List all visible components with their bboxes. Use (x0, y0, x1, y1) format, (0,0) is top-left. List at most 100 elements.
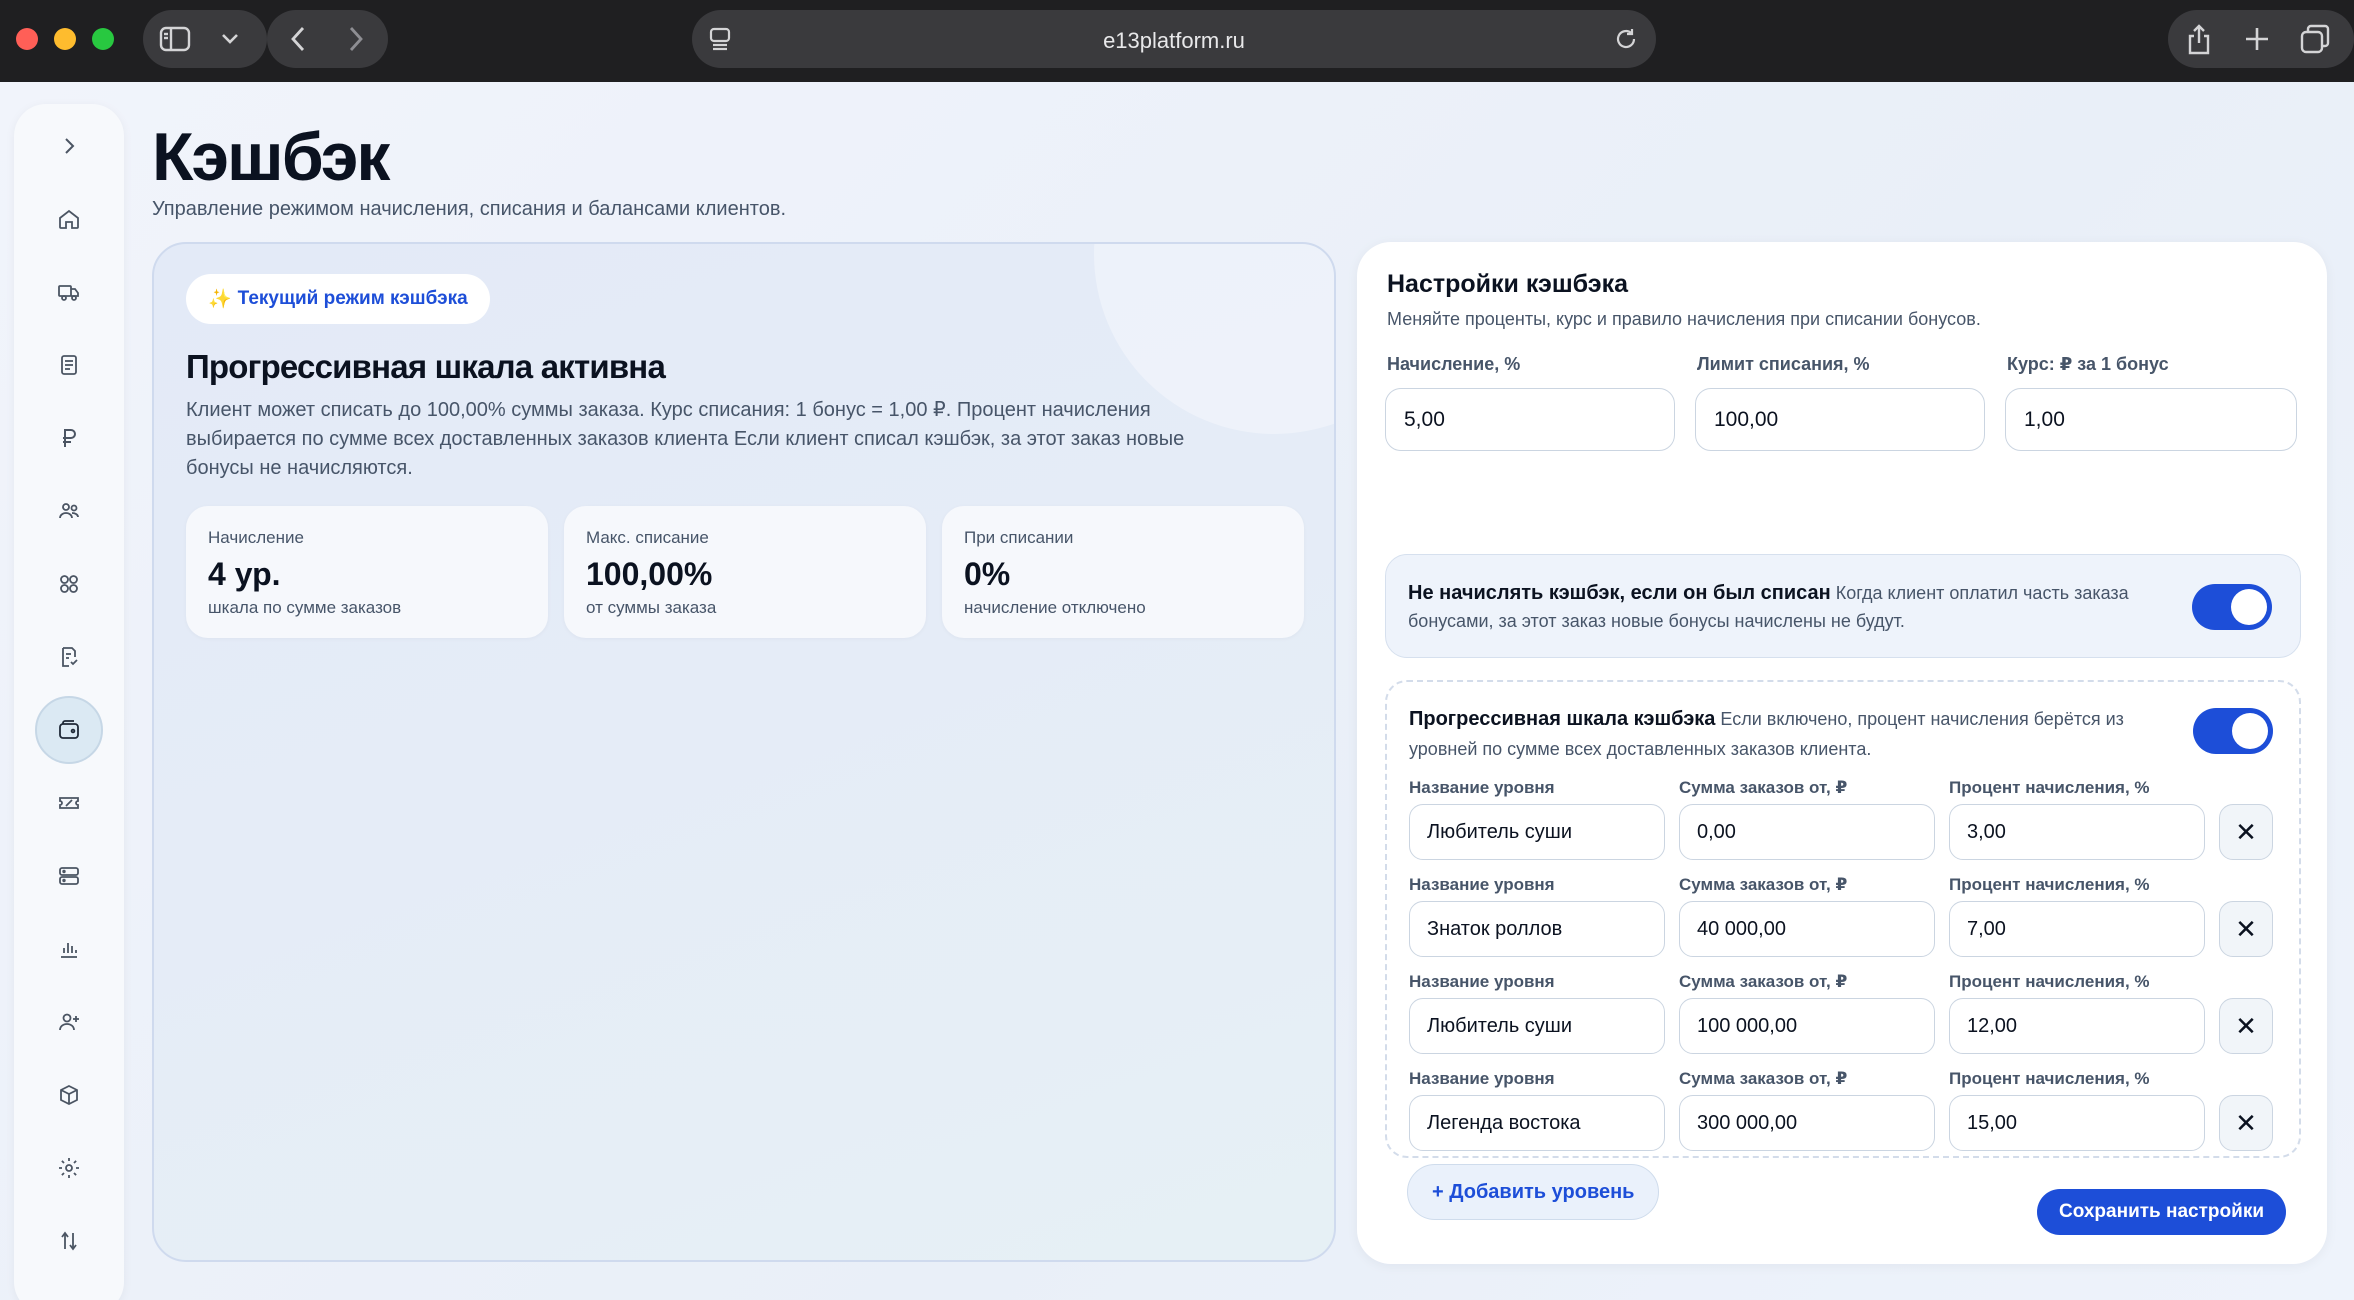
tier-name-label: Название уровня (1409, 1069, 1555, 1088)
back-icon[interactable] (283, 24, 313, 54)
tier-percent-input[interactable]: 15,00 (1949, 1095, 2205, 1151)
tier-percent-label: Процент начисления, % (1949, 875, 2150, 894)
stat-label: Начисление (208, 528, 304, 547)
stat-card-max-writeoff: Макс. списание 100,00% от суммы заказа (564, 506, 926, 638)
sidebar-toggle-icon[interactable] (157, 24, 193, 54)
mode-badge-label: Текущий режим кэшбэка (237, 288, 468, 309)
stat-label: При списании (964, 528, 1074, 547)
scale-title: Прогрессивная шкала кэшбэка (1409, 708, 1716, 730)
window-actions-group (2168, 10, 2354, 68)
tier-sum-input[interactable]: 0,00 (1679, 804, 1935, 860)
no-accrual-toggle[interactable] (2192, 584, 2272, 630)
sidebar-item-analytics[interactable] (35, 915, 103, 983)
gear-icon (59, 1158, 79, 1178)
close-window-button[interactable] (16, 28, 38, 50)
progressive-scale-toggle[interactable] (2193, 708, 2273, 754)
cashback-mode-card: ✨ Текущий режим кэшбэка Прогрессивная шк… (152, 242, 1336, 1262)
zoom-window-button[interactable] (92, 28, 114, 50)
sidebar-item-products[interactable] (35, 1061, 103, 1129)
tier-name-input[interactable]: Знаток роллов (1409, 901, 1665, 957)
orders-icon (62, 647, 78, 667)
remove-tier-button[interactable]: ✕ (2219, 901, 2273, 957)
grid-icon (60, 575, 78, 593)
stat-label: Макс. списание (586, 528, 709, 547)
box-icon (60, 1084, 78, 1106)
tier-sum-input[interactable]: 300 000,00 (1679, 1095, 1935, 1151)
remove-tier-button[interactable]: ✕ (2219, 998, 2273, 1054)
sidebar-item-settings[interactable] (35, 1134, 103, 1202)
reload-icon[interactable] (1612, 25, 1640, 53)
sidebar-item-home[interactable] (35, 185, 103, 253)
forward-icon[interactable] (341, 24, 371, 54)
scale-text: Прогрессивная шкала кэшбэка Если включен… (1409, 704, 2179, 764)
new-tab-icon[interactable] (2240, 22, 2274, 56)
save-settings-button[interactable]: Сохранить настройки (2037, 1189, 2287, 1235)
rate-input[interactable]: 1,00 (2005, 388, 2297, 451)
tier-percent-label: Процент начисления, % (1949, 778, 2150, 797)
sidebar-item-finance[interactable] (35, 404, 103, 472)
settings-subtitle: Меняйте проценты, курс и правило начисле… (1387, 309, 1981, 329)
tier-name-input[interactable]: Любитель суши (1409, 998, 1665, 1054)
stat-card-on-writeoff: При списании 0% начисление отключено (942, 506, 1304, 638)
tier-sum-label: Сумма заказов от, ₽ (1679, 778, 1848, 797)
sidebar-item-staff[interactable] (35, 988, 103, 1056)
history-nav-group (267, 10, 388, 68)
tier-percent-label: Процент начисления, % (1949, 972, 2150, 991)
tier-percent-input[interactable]: 12,00 (1949, 998, 2205, 1054)
add-tier-button[interactable]: + Добавить уровень (1407, 1164, 1660, 1220)
tier-percent-label: Процент начисления, % (1949, 1069, 2150, 1088)
hero-title: Прогрессивная шкала активна (186, 348, 666, 385)
tier-name-input[interactable]: Легенда востока (1409, 1095, 1665, 1151)
app-content: Кэшбэк Управление режимом начисления, сп… (0, 82, 2354, 1300)
ruble-icon (63, 429, 76, 447)
storage-icon (59, 867, 79, 885)
expand-icon (65, 138, 75, 154)
sidebar (14, 104, 124, 1300)
chart-icon (61, 943, 77, 958)
remove-tier-button[interactable]: ✕ (2219, 1095, 2273, 1151)
tier-percent-input[interactable]: 7,00 (1949, 901, 2205, 957)
tier-name-input[interactable]: Любитель суши (1409, 804, 1665, 860)
remove-tier-button[interactable]: ✕ (2219, 804, 2273, 860)
stat-value: 0% (964, 556, 1011, 592)
tier-name-label: Название уровня (1409, 778, 1555, 797)
share-icon[interactable] (2182, 22, 2216, 56)
minimize-window-button[interactable] (54, 28, 76, 50)
sidebar-item-promocodes[interactable] (35, 769, 103, 837)
address-bar[interactable]: e13platform.ru (692, 10, 1656, 68)
limit-input[interactable]: 100,00 (1695, 388, 1985, 451)
tier-sum-label: Сумма заказов от, ₽ (1679, 1069, 1848, 1088)
chevron-down-icon[interactable] (215, 28, 245, 50)
tier-sum-label: Сумма заказов от, ₽ (1679, 972, 1848, 991)
sparkles-icon: ✨ (208, 289, 232, 310)
url-text: e13platform.ru (1103, 28, 1245, 53)
accrual-input[interactable]: 5,00 (1385, 388, 1675, 451)
sidebar-item-exchange[interactable] (35, 1207, 103, 1275)
sidebar-item-cashback[interactable] (35, 696, 103, 764)
tier-sum-label: Сумма заказов от, ₽ (1679, 875, 1848, 894)
tier-percent-input[interactable]: 3,00 (1949, 804, 2205, 860)
sidebar-toggle-group (143, 10, 267, 68)
sidebar-item-storage[interactable] (35, 842, 103, 910)
sidebar-item-customers[interactable] (35, 477, 103, 545)
sidebar-item-orders[interactable] (35, 623, 103, 691)
tier-sum-input[interactable]: 40 000,00 (1679, 901, 1935, 957)
stat-note: начисление отключено (964, 598, 1146, 617)
cashback-settings-card: Настройки кэшбэка Меняйте проценты, курс… (1357, 242, 2327, 1264)
no-accrual-text: Не начислять кэшбэк, если он был списан … (1408, 579, 2148, 635)
sidebar-item-documents[interactable] (35, 331, 103, 399)
document-icon (61, 355, 77, 375)
ticket-icon (59, 797, 79, 809)
page-title: Кэшбэк (152, 119, 390, 195)
sidebar-expand-button[interactable] (35, 112, 103, 180)
tier-name-label: Название уровня (1409, 972, 1555, 991)
sidebar-item-delivery[interactable] (35, 258, 103, 326)
sidebar-item-catalog[interactable] (35, 550, 103, 618)
tab-overview-icon[interactable] (2298, 22, 2332, 56)
progressive-scale-section: Прогрессивная шкала кэшбэка Если включен… (1385, 680, 2301, 1158)
accrual-label: Начисление, % (1387, 354, 1521, 374)
tier-sum-input[interactable]: 100 000,00 (1679, 998, 1935, 1054)
add-user-icon (59, 1013, 79, 1031)
tier-name-label: Название уровня (1409, 875, 1555, 894)
home-icon (59, 209, 79, 229)
